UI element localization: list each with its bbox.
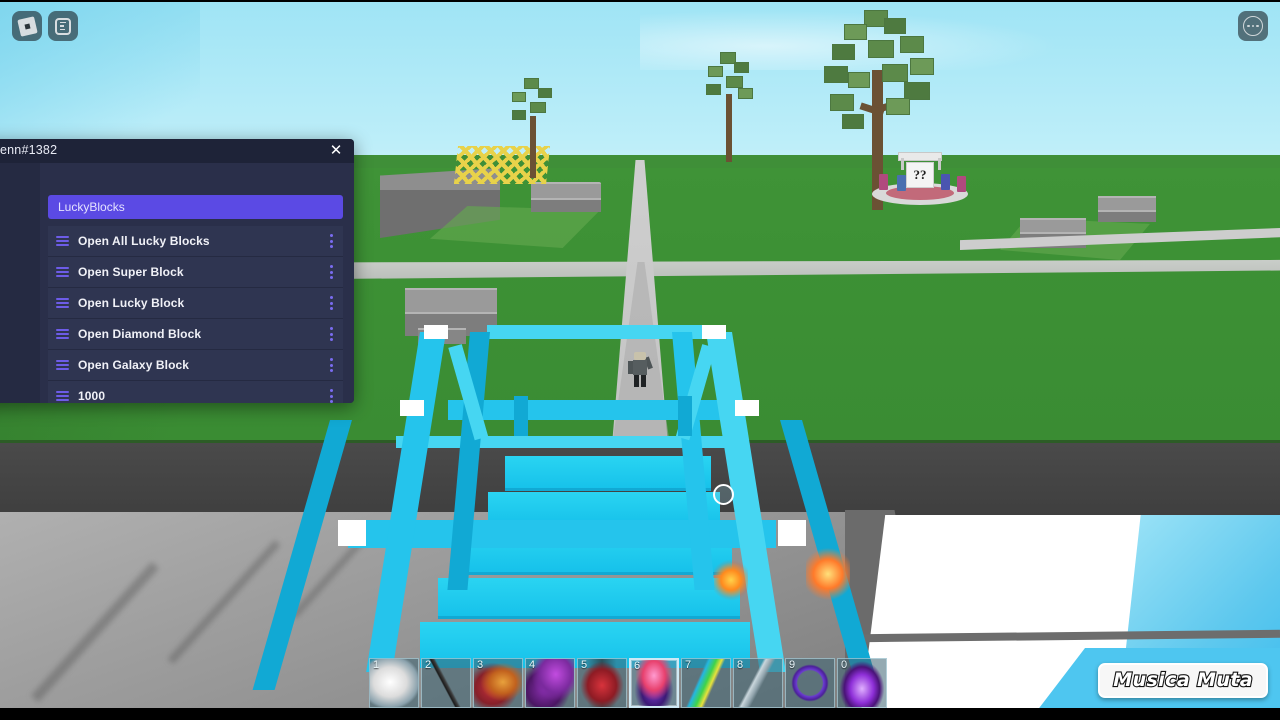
cursor-ring-icon <box>713 484 734 505</box>
hotbar-slot-6[interactable]: 6 <box>629 658 679 708</box>
hotbar-slot-key: 3 <box>477 659 484 671</box>
list-item[interactable]: Open Diamond Block <box>48 319 343 350</box>
more-options-icon[interactable] <box>330 358 333 372</box>
list-item-label: Open Lucky Block <box>78 296 185 310</box>
deck-seam-3 <box>505 488 711 491</box>
deck-top <box>505 456 711 490</box>
post-right-short <box>678 396 692 436</box>
character-leg-left <box>634 375 639 387</box>
chat-dots <box>1243 16 1263 36</box>
hotbar-slot-key: 8 <box>737 659 744 671</box>
drag-handle-icon[interactable] <box>56 298 69 308</box>
more-options-icon[interactable] <box>330 234 333 248</box>
hotbar-slot-2[interactable]: 2 <box>421 658 471 708</box>
hotbar-slot-7[interactable]: 7 <box>681 658 731 708</box>
hotbar-slot-9[interactable]: 9 <box>785 658 835 708</box>
watermark-text: Musica Muta <box>1112 668 1253 692</box>
player-character <box>628 352 653 388</box>
drag-handle-icon[interactable] <box>56 391 69 401</box>
drag-handle-icon[interactable] <box>56 236 69 246</box>
hotbar-slot-8[interactable]: 8 <box>733 658 783 708</box>
hotbar-slot-key: 6 <box>634 660 641 672</box>
letterbox-top <box>0 0 1280 2</box>
explosion-spark-left <box>714 557 748 603</box>
cap-top-right <box>702 325 726 339</box>
cap-mid-right <box>735 400 759 416</box>
watermark-badge: Musica Muta <box>1098 663 1268 698</box>
more-options-icon[interactable] <box>330 327 333 341</box>
list-item[interactable]: 1000 <box>48 381 343 403</box>
hamburger-menu-icon[interactable] <box>48 11 78 41</box>
roblox-logo-hole <box>24 23 30 29</box>
hub-section-header[interactable]: LuckyBlocks <box>48 195 343 219</box>
hotbar-slot-3[interactable]: 3 <box>473 658 523 708</box>
hotbar-slot-key: 5 <box>581 659 588 671</box>
roblox-logo-icon[interactable] <box>12 11 42 41</box>
hotbar-slot-key: 4 <box>529 659 536 671</box>
hub-title-bar[interactable]: enn#1382 ✕ <box>0 139 354 163</box>
hotbar-slot-key: 9 <box>789 659 796 671</box>
hub-body: LuckyBlocks LuckyBlocks Open All Lucky B… <box>0 163 354 403</box>
letterbox-bottom <box>0 708 1280 720</box>
drag-handle-icon[interactable] <box>56 329 69 339</box>
more-options-icon[interactable] <box>330 265 333 279</box>
leg-left-outer <box>366 332 446 672</box>
drag-handle-icon[interactable] <box>56 267 69 277</box>
more-options-icon[interactable] <box>330 296 333 310</box>
chat-more-icon[interactable] <box>1238 11 1268 41</box>
deck-seam-2 <box>438 616 740 619</box>
hotbar[interactable]: 1 2 3 4 5 6 7 8 9 0 <box>369 658 887 708</box>
list-item-label: Open Diamond Block <box>78 327 202 341</box>
list-item-label: 1000 <box>78 389 106 403</box>
list-item-label: Open All Lucky Blocks <box>78 234 210 248</box>
deck-seam-1 <box>452 572 732 575</box>
more-options-icon[interactable] <box>330 389 333 403</box>
character-leg-right <box>641 375 646 387</box>
menu-lines <box>55 17 71 35</box>
script-hub-panel[interactable]: enn#1382 ✕ LuckyBlocks LuckyBlocks Open … <box>0 139 354 403</box>
explosion-spark-right <box>806 545 850 603</box>
hub-content: LuckyBlocks Open All Lucky Blocks Open Su… <box>40 163 354 403</box>
hotbar-slot-key: 7 <box>685 659 692 671</box>
hub-item-list: Open All Lucky Blocks Open Super Block Ope… <box>48 226 343 403</box>
close-icon[interactable]: ✕ <box>327 142 345 160</box>
list-item[interactable]: Open Galaxy Block <box>48 350 343 381</box>
hotbar-slot-key: 2 <box>425 659 432 671</box>
hotbar-slot-key: 0 <box>841 659 848 671</box>
list-item[interactable]: Open Lucky Block <box>48 288 343 319</box>
hub-title: enn#1382 <box>0 143 58 157</box>
hotbar-slot-key: 1 <box>373 659 380 671</box>
hotbar-slot-5[interactable]: 5 <box>577 658 627 708</box>
roblox-logo-shape <box>16 15 38 37</box>
hotbar-slot-1[interactable]: 1 <box>369 658 419 708</box>
post-left-short <box>514 396 528 436</box>
character-torso <box>633 360 647 375</box>
cap-mid-left <box>400 400 424 416</box>
list-item[interactable]: Open All Lucky Blocks <box>48 226 343 257</box>
cap-low-left <box>338 520 366 546</box>
hotbar-slot-4[interactable]: 4 <box>525 658 575 708</box>
brace-left-diagonal <box>252 420 352 690</box>
game-screenshot: ?? enn#1382 ✕ LuckyBlocks Open All Lucky… <box>0 0 1280 720</box>
list-item-label: Open Galaxy Block <box>78 358 190 372</box>
list-item-label: Open Super Block <box>78 265 184 279</box>
list-item[interactable]: Open Super Block <box>48 257 343 288</box>
cap-top-left <box>424 325 448 339</box>
character-head <box>634 352 646 360</box>
drag-handle-icon[interactable] <box>56 360 69 370</box>
hotbar-slot-0[interactable]: 0 <box>837 658 887 708</box>
cap-low-right <box>778 520 806 546</box>
